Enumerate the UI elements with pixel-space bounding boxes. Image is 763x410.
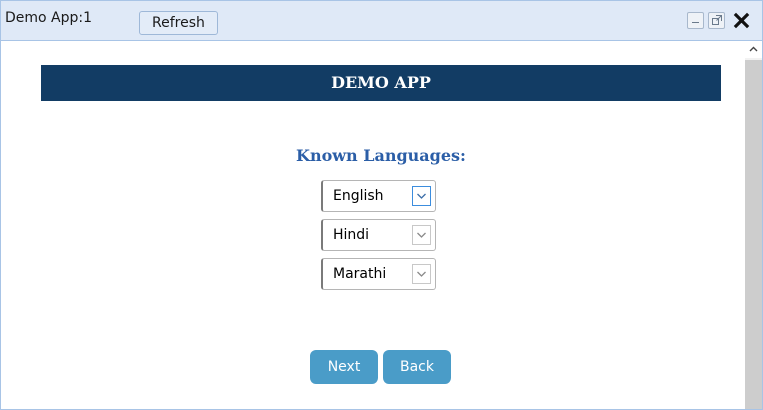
app-header: DEMO APP <box>41 65 721 101</box>
select-value: English <box>333 188 384 204</box>
next-button[interactable]: Next <box>310 350 378 384</box>
app-content: DEMO APP Known Languages: English Hindi … <box>1 41 745 409</box>
known-languages-label: Known Languages: <box>296 146 466 165</box>
minimize-icon[interactable] <box>687 12 704 29</box>
chevron-up-icon[interactable] <box>745 41 762 58</box>
language-select-3[interactable]: Marathi <box>321 258 436 290</box>
window-titlebar: Demo App:1 Refresh <box>1 1 762 41</box>
language-select-2[interactable]: Hindi <box>321 219 436 251</box>
chevron-down-icon[interactable] <box>412 264 431 284</box>
back-button[interactable]: Back <box>383 350 451 384</box>
window-title: Demo App:1 <box>5 10 93 26</box>
select-value: Hindi <box>333 227 370 243</box>
language-select-1[interactable]: English <box>321 180 436 212</box>
popout-icon[interactable] <box>708 12 725 29</box>
chevron-down-icon[interactable] <box>412 225 431 245</box>
close-icon[interactable] <box>732 12 751 29</box>
app-window: Demo App:1 Refresh DEMO APP Known Langua… <box>0 0 763 410</box>
chevron-down-icon[interactable] <box>412 186 431 206</box>
scrollbar-thumb[interactable] <box>745 60 762 409</box>
vertical-scrollbar[interactable] <box>745 41 762 409</box>
refresh-button[interactable]: Refresh <box>139 11 218 35</box>
select-value: Marathi <box>333 266 387 282</box>
